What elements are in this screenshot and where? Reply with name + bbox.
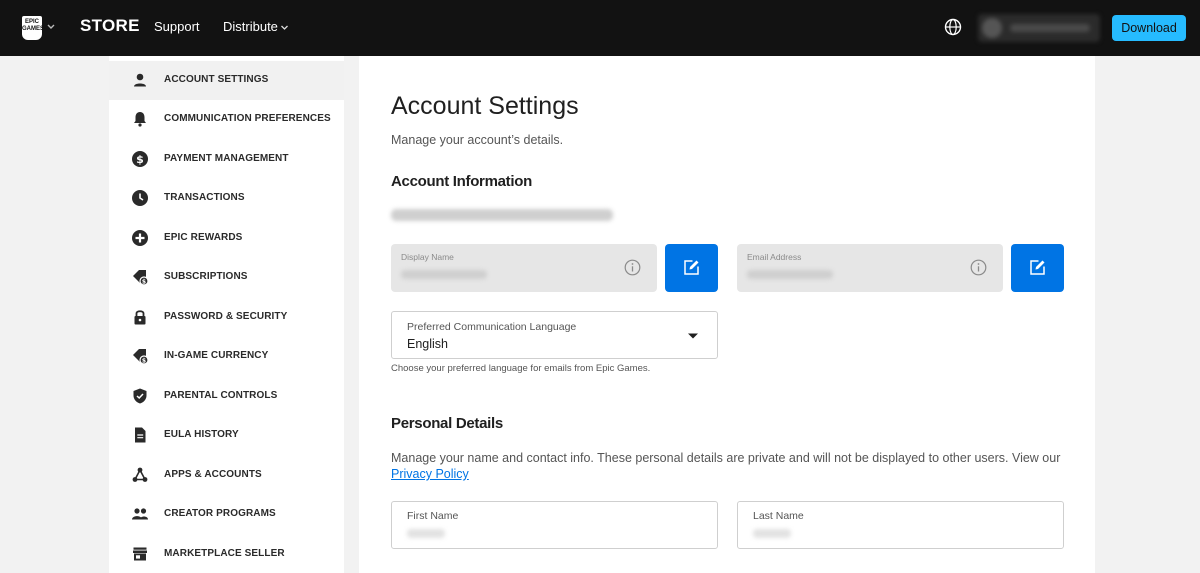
sidebar-item-password-security[interactable]: PASSWORD & SECURITY (109, 298, 344, 337)
sidebar-item-apps-accounts[interactable]: APPS & ACCOUNTS (109, 456, 344, 495)
sidebar-item-label: MARKETPLACE SELLER (164, 548, 285, 559)
chevron-down-icon[interactable] (46, 20, 56, 34)
sidebar-item-label: PARENTAL CONTROLS (164, 390, 278, 401)
page-title: Account Settings (391, 92, 579, 120)
display-name-field: Display Name (391, 244, 657, 292)
sidebar-item-in-game-currency[interactable]: $ IN-GAME CURRENCY (109, 337, 344, 376)
shield-icon (133, 388, 147, 404)
first-name-value-redacted (407, 529, 445, 538)
account-sidebar: ACCOUNT SETTINGS COMMUNICATION PREFERENC… (109, 56, 344, 573)
tag-icon: $ (133, 270, 149, 286)
rewards-icon (132, 230, 148, 246)
account-settings-panel: Account Settings Manage your account’s d… (359, 56, 1095, 573)
sidebar-item-label: APPS & ACCOUNTS (164, 469, 262, 480)
clock-icon (132, 190, 148, 206)
sidebar-item-label: EULA HISTORY (164, 429, 239, 440)
personal-details-description: Manage your name and contact info. These… (391, 450, 1071, 482)
sidebar-item-label: PASSWORD & SECURITY (164, 311, 288, 322)
epic-games-logo[interactable]: EPIC GAMES (22, 16, 44, 40)
last-name-field[interactable]: Last Name (737, 501, 1064, 549)
sidebar-item-communication-preferences[interactable]: COMMUNICATION PREFERENCES (109, 100, 344, 139)
lock-icon (134, 310, 146, 325)
chevron-down-icon[interactable] (280, 23, 289, 32)
privacy-policy-link[interactable]: Privacy Policy (391, 467, 469, 481)
document-icon (135, 427, 146, 443)
sidebar-item-transactions[interactable]: TRANSACTIONS (109, 179, 344, 218)
top-nav-bar: EPIC GAMES STORE Support Distribute Downl… (0, 0, 1200, 56)
download-button[interactable]: Download (1112, 15, 1186, 41)
store-link[interactable]: STORE (80, 16, 140, 36)
sidebar-item-label: CREATOR PROGRAMS (164, 508, 276, 519)
first-name-label: First Name (407, 510, 459, 522)
communication-language-select[interactable]: Preferred Communication Language English (391, 311, 718, 359)
account-id-redacted (391, 209, 613, 221)
bell-icon (134, 112, 146, 127)
distribute-menu[interactable]: Distribute (223, 19, 278, 34)
sidebar-item-label: ACCOUNT SETTINGS (164, 74, 269, 85)
caret-down-icon (688, 333, 698, 339)
info-icon[interactable] (970, 259, 987, 276)
sidebar-item-label: SUBSCRIPTIONS (164, 271, 248, 282)
sidebar-item-subscriptions[interactable]: $ SUBSCRIPTIONS (109, 258, 344, 297)
dollar-icon: $ (132, 151, 148, 167)
sidebar-item-label: PAYMENT MANAGEMENT (164, 153, 289, 164)
sidebar-item-marketplace-seller[interactable]: MARKETPLACE SELLER (109, 535, 344, 573)
globe-icon[interactable] (944, 18, 962, 36)
group-icon (132, 508, 148, 520)
display-name-value-redacted (401, 270, 487, 279)
personal-details-heading: Personal Details (391, 415, 503, 432)
edit-display-name-button[interactable] (665, 244, 718, 292)
sidebar-item-label: IN-GAME CURRENCY (164, 350, 269, 361)
last-name-label: Last Name (753, 510, 804, 522)
language-help-text: Choose your preferred language for email… (391, 363, 651, 374)
svg-text:$: $ (142, 358, 146, 365)
email-value-redacted (747, 270, 833, 279)
edit-icon (1030, 260, 1045, 275)
sidebar-item-label: EPIC REWARDS (164, 232, 243, 243)
last-name-value-redacted (753, 529, 791, 538)
page-subtitle: Manage your account’s details. (391, 133, 564, 147)
svg-text:$: $ (142, 279, 146, 286)
sidebar-item-account-settings[interactable]: ACCOUNT SETTINGS (109, 61, 344, 100)
display-name-label: Display Name (401, 252, 454, 262)
support-link[interactable]: Support (154, 19, 200, 34)
svg-text:$: $ (136, 153, 144, 166)
store-icon (133, 547, 147, 561)
sidebar-item-creator-programs[interactable]: CREATOR PROGRAMS (109, 495, 344, 534)
sidebar-item-label: COMMUNICATION PREFERENCES (164, 113, 331, 124)
currency-tag-icon: $ (133, 349, 149, 365)
first-name-field[interactable]: First Name (391, 501, 718, 549)
edit-email-button[interactable] (1011, 244, 1064, 292)
sidebar-item-eula-history[interactable]: EULA HISTORY (109, 416, 344, 455)
sidebar-item-parental-controls[interactable]: PARENTAL CONTROLS (109, 377, 344, 416)
network-icon (132, 467, 148, 482)
person-icon (134, 73, 146, 87)
info-icon[interactable] (624, 259, 641, 276)
account-information-heading: Account Information (391, 173, 532, 190)
user-menu-redacted[interactable] (978, 14, 1100, 42)
sidebar-item-payment-management[interactable]: $ PAYMENT MANAGEMENT (109, 140, 344, 179)
edit-icon (684, 260, 699, 275)
email-address-label: Email Address (747, 252, 802, 262)
personal-details-text: Manage your name and contact info. These… (391, 451, 1061, 465)
sidebar-item-label: TRANSACTIONS (164, 192, 245, 203)
language-label: Preferred Communication Language (407, 321, 577, 333)
email-address-field: Email Address (737, 244, 1003, 292)
sidebar-item-epic-rewards[interactable]: EPIC REWARDS (109, 219, 344, 258)
language-value: English (407, 337, 448, 351)
